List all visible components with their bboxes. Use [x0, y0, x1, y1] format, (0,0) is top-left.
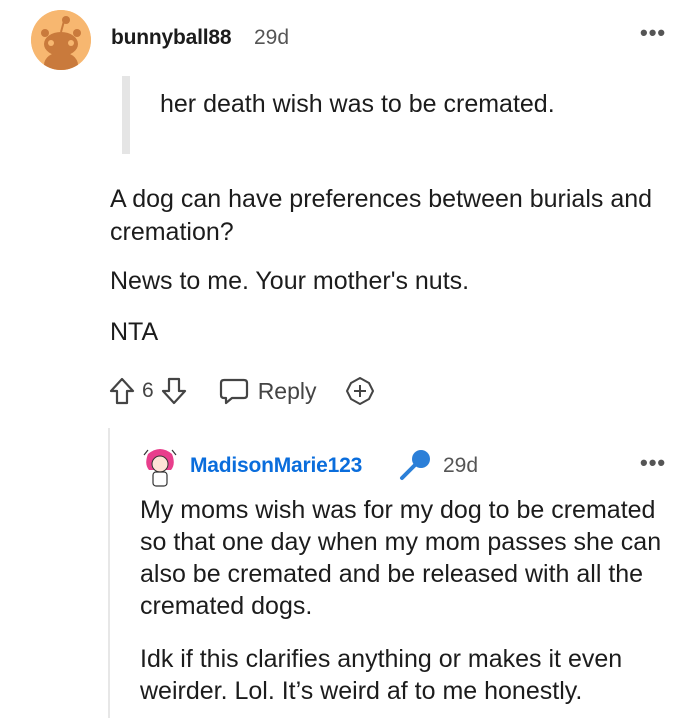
- comment-paragraph: A dog can have preferences between buria…: [110, 185, 653, 246]
- user-avatar-icon: [143, 449, 177, 487]
- reply-username[interactable]: MadisonMarie123: [190, 454, 362, 478]
- upvote-icon[interactable]: [108, 376, 136, 406]
- microphone-icon: [398, 448, 432, 487]
- vote-count: 6: [142, 379, 154, 402]
- downvote-icon[interactable]: [160, 376, 188, 406]
- comment-paragraph: NTA: [110, 318, 159, 346]
- thread-line[interactable]: [108, 428, 110, 718]
- more-options-button[interactable]: •••: [640, 22, 666, 44]
- reply-label: Reply: [257, 377, 317, 404]
- comment-username[interactable]: bunnyball88: [111, 26, 232, 50]
- reply-paragraph: My moms wish was for my dog to be cremat…: [140, 496, 662, 620]
- avatar[interactable]: [140, 446, 180, 490]
- comment-action-bar: 6 Reply: [108, 373, 375, 409]
- quote-bar: [122, 76, 130, 154]
- award-icon[interactable]: [345, 376, 375, 406]
- comment-timestamp: 29d: [254, 26, 290, 49]
- chat-bubble-icon: [219, 378, 248, 405]
- snoo-avatar-icon: [31, 10, 91, 70]
- reply-button[interactable]: Reply: [218, 376, 317, 406]
- more-options-button[interactable]: •••: [640, 452, 666, 474]
- comment-paragraph: News to me. Your mother's nuts.: [110, 267, 470, 295]
- reply-timestamp: 29d: [443, 454, 479, 477]
- reply-paragraph: Idk if this clarifies anything or makes …: [140, 645, 623, 705]
- quoted-text: her death wish was to be cremated.: [160, 90, 555, 118]
- avatar[interactable]: [31, 10, 91, 70]
